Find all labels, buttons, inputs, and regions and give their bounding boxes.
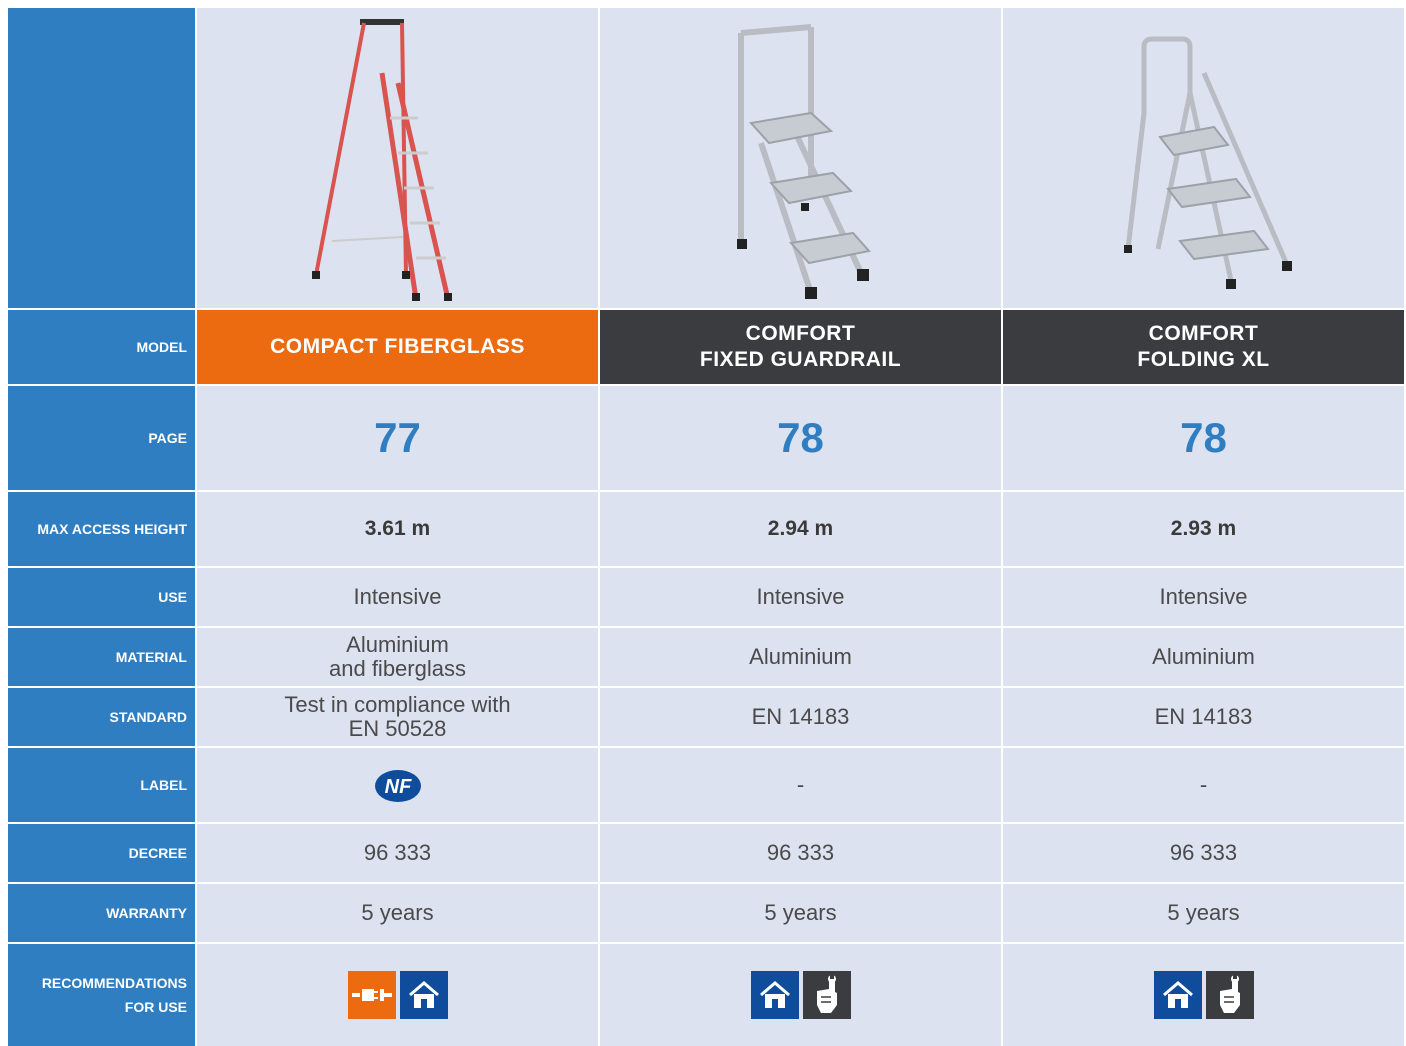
folding-ladder-icon	[1123, 36, 1292, 289]
product-image-compact-fiberglass	[197, 8, 598, 308]
warranty-compact-fiberglass: 5 years	[197, 884, 598, 942]
recommendations-comfort-fixed-guardrail	[600, 944, 1001, 1046]
fiberglass-ladder-icon	[311, 19, 452, 301]
material-comfort-fixed-guardrail: Aluminium	[600, 628, 1001, 686]
svg-text:NF: NF	[384, 776, 411, 798]
label-label: LABEL	[8, 748, 195, 822]
standard-comfort-fixed-guardrail: EN 14183	[600, 688, 1001, 746]
label-material: MATERIAL	[8, 628, 195, 686]
page-comfort-fixed-guardrail: 78	[600, 386, 1001, 490]
label-comfort-folding-xl: -	[1003, 748, 1404, 822]
label-warranty: WARRANTY	[8, 884, 195, 942]
recommendations-compact-fiberglass	[197, 944, 598, 1046]
recommendations-comfort-folding-xl	[1003, 944, 1404, 1046]
use-compact-fiberglass: Intensive	[197, 568, 598, 626]
height-comfort-fixed-guardrail: 2.94 m	[600, 492, 1001, 566]
guardrail-ladder-icon	[736, 24, 871, 299]
label-standard: STANDARD	[8, 688, 195, 746]
label-use: USE	[8, 568, 195, 626]
product-image-comfort-fixed-guardrail	[600, 8, 1001, 308]
standard-comfort-folding-xl: EN 14183	[1003, 688, 1404, 746]
hand-wrench-icon	[1205, 971, 1254, 1019]
label-decree: DECREE	[8, 824, 195, 882]
label-page: PAGE	[8, 386, 195, 490]
label-blank	[8, 8, 195, 308]
page-compact-fiberglass: 77	[197, 386, 598, 490]
house-icon	[1153, 971, 1202, 1019]
label-model: MODEL	[8, 310, 195, 384]
use-comfort-folding-xl: Intensive	[1003, 568, 1404, 626]
model-comfort-fixed-guardrail: COMFORT FIXED GUARDRAIL	[600, 310, 1001, 384]
label-comfort-fixed-guardrail: -	[600, 748, 1001, 822]
hand-wrench-icon	[802, 971, 851, 1019]
model-comfort-folding-xl: COMFORT FOLDING XL	[1003, 310, 1404, 384]
material-comfort-folding-xl: Aluminium	[1003, 628, 1404, 686]
warranty-comfort-fixed-guardrail: 5 years	[600, 884, 1001, 942]
material-compact-fiberglass: Aluminium and fiberglass	[197, 628, 598, 686]
comparison-table: MODEL COMPACT FIBERGLASS COMFORT FIXED G…	[8, 8, 1404, 1046]
label-recommendations: RECOMMENDATIONS FOR USE	[8, 944, 195, 1046]
nf-certification-logo: NF	[374, 770, 421, 802]
warranty-comfort-folding-xl: 5 years	[1003, 884, 1404, 942]
decree-comfort-fixed-guardrail: 96 333	[600, 824, 1001, 882]
label-max-access-height: MAX ACCESS HEIGHT	[8, 492, 195, 566]
height-comfort-folding-xl: 2.93 m	[1003, 492, 1404, 566]
use-comfort-fixed-guardrail: Intensive	[600, 568, 1001, 626]
house-icon	[399, 971, 448, 1019]
decree-compact-fiberglass: 96 333	[197, 824, 598, 882]
height-compact-fiberglass: 3.61 m	[197, 492, 598, 566]
house-icon	[750, 971, 799, 1019]
decree-comfort-folding-xl: 96 333	[1003, 824, 1404, 882]
electric-plug-icon	[347, 971, 396, 1019]
product-image-comfort-folding-xl	[1003, 8, 1404, 308]
label-compact-fiberglass: NF	[197, 748, 598, 822]
page-comfort-folding-xl: 78	[1003, 386, 1404, 490]
standard-compact-fiberglass: Test in compliance with EN 50528	[197, 688, 598, 746]
model-compact-fiberglass: COMPACT FIBERGLASS	[197, 310, 598, 384]
